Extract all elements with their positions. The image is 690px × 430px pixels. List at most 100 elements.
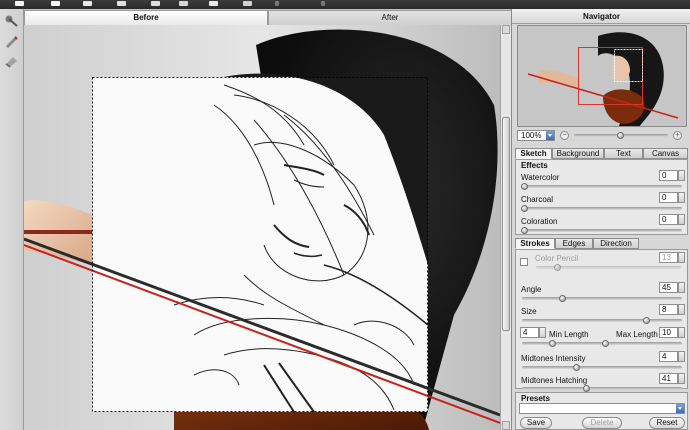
watercolor-slider[interactable]: [522, 185, 682, 188]
charcoal-slider-knob[interactable]: [521, 205, 528, 212]
view-tabs: Before After: [24, 9, 512, 25]
angle-slider-knob[interactable]: [559, 295, 566, 302]
zoom-out-button[interactable]: −: [560, 131, 569, 140]
angle-input[interactable]: 45: [659, 282, 678, 293]
open-button[interactable]: [50, 0, 61, 7]
color-pencil-slider-knob[interactable]: [554, 264, 561, 271]
forward-button[interactable]: [178, 0, 189, 7]
chevron-down-icon: [546, 131, 554, 140]
mode-tabs: Sketch Background Text Canvas: [515, 148, 688, 159]
tab-sketch[interactable]: Sketch: [515, 148, 552, 159]
navigator-preview: [518, 26, 686, 126]
coloration-input[interactable]: 0: [659, 214, 678, 225]
midtones-hatching-input[interactable]: 41: [659, 373, 678, 384]
min-length-label: Min Length: [549, 330, 589, 339]
zoom-value: 100%: [521, 131, 542, 140]
new-file-button[interactable]: [14, 0, 25, 7]
size-slider[interactable]: [522, 319, 682, 322]
color-pencil-checkbox[interactable]: [520, 258, 528, 266]
tab-canvas[interactable]: Canvas: [643, 148, 688, 159]
zoom-controls: 100% − +: [512, 130, 690, 142]
midtones-intensity-input[interactable]: 4: [659, 351, 678, 362]
midtones-hatching-spinner[interactable]: [678, 373, 685, 384]
size-spinner[interactable]: [678, 304, 685, 315]
effects-title: Effects: [521, 161, 548, 170]
max-length-knob[interactable]: [602, 340, 609, 347]
coloration-slider[interactable]: [522, 229, 682, 232]
preprocessing-tool[interactable]: [3, 13, 20, 28]
charcoal-spinner[interactable]: [678, 192, 685, 203]
midtones-hatching-knob[interactable]: [583, 385, 590, 392]
scroll-up-arrow[interactable]: [502, 25, 510, 34]
watercolor-slider-knob[interactable]: [521, 183, 528, 190]
save-button[interactable]: [82, 0, 93, 7]
zoom-slider-knob[interactable]: [617, 132, 624, 139]
delete-preset-button[interactable]: Delete: [582, 417, 622, 429]
brush-icon: [5, 15, 18, 27]
midtones-intensity-label: Midtones Intensity: [521, 354, 586, 363]
gear-icon: [209, 1, 218, 6]
min-length-input[interactable]: 4: [520, 327, 539, 338]
pencil-tool[interactable]: [3, 34, 20, 49]
max-length-spinner[interactable]: [678, 327, 685, 338]
tab-text[interactable]: Text: [604, 148, 643, 159]
printer-icon: [117, 1, 126, 6]
batch-icon: [243, 1, 252, 6]
tab-after[interactable]: After: [268, 10, 512, 25]
angle-spinner[interactable]: [678, 282, 685, 293]
tab-edges[interactable]: Edges: [555, 238, 593, 249]
print-button[interactable]: [116, 0, 127, 7]
color-pencil-input[interactable]: 13: [659, 252, 678, 263]
tool-strip: [0, 9, 24, 430]
save-preset-button[interactable]: Save: [520, 417, 552, 429]
min-length-knob[interactable]: [549, 340, 556, 347]
tab-strokes[interactable]: Strokes: [515, 238, 555, 249]
coloration-slider-knob[interactable]: [521, 227, 528, 234]
tab-direction[interactable]: Direction: [593, 238, 639, 249]
image-canvas[interactable]: [24, 25, 500, 430]
size-input[interactable]: 8: [659, 304, 678, 315]
main-toolbar: [0, 0, 690, 9]
stroke-tabs: Strokes Edges Direction: [515, 238, 688, 249]
reset-preset-button[interactable]: Reset: [649, 417, 685, 429]
navigator-title: Navigator: [512, 9, 690, 24]
max-length-input[interactable]: 10: [659, 327, 678, 338]
min-length-spinner[interactable]: [539, 327, 546, 338]
midtones-intensity-knob[interactable]: [573, 364, 580, 371]
midtones-intensity-slider[interactable]: [522, 366, 682, 369]
midtones-intensity-spinner[interactable]: [678, 351, 685, 362]
vertical-scrollbar[interactable]: [500, 25, 511, 430]
watercolor-spinner[interactable]: [678, 170, 685, 181]
navigator-thumbnail[interactable]: [517, 25, 687, 127]
export-icon: [151, 1, 160, 6]
charcoal-slider[interactable]: [522, 207, 682, 210]
max-length-label: Max Length: [616, 330, 658, 339]
arrow-right-icon: [179, 1, 188, 6]
presets-select[interactable]: [519, 403, 685, 414]
settings-button[interactable]: [274, 0, 285, 7]
scroll-down-arrow[interactable]: [502, 421, 510, 430]
color-pencil-spinner[interactable]: [678, 252, 685, 263]
dot-icon: [275, 1, 279, 6]
midtones-hatching-slider[interactable]: [522, 387, 682, 390]
midtones-hatching-label: Midtones Hatching: [521, 376, 588, 385]
scroll-thumb[interactable]: [502, 117, 510, 331]
zoom-in-button[interactable]: +: [673, 131, 682, 140]
folder-icon: [51, 1, 60, 6]
size-slider-knob[interactable]: [643, 317, 650, 324]
coloration-spinner[interactable]: [678, 214, 685, 225]
run-button[interactable]: [208, 0, 219, 7]
export-button[interactable]: [150, 0, 161, 7]
eraser-tool[interactable]: [3, 53, 20, 68]
watercolor-input[interactable]: 0: [659, 170, 678, 181]
help-button[interactable]: [320, 0, 331, 7]
zoom-select[interactable]: 100%: [517, 130, 555, 141]
presets-title: Presets: [521, 394, 550, 403]
batch-button[interactable]: [242, 0, 253, 7]
settings-panel: Navigator 100% − + Sketch Background Tex…: [511, 9, 690, 430]
angle-slider[interactable]: [522, 297, 682, 300]
tab-before[interactable]: Before: [24, 10, 268, 25]
charcoal-input[interactable]: 0: [659, 192, 678, 203]
tab-background[interactable]: Background: [552, 148, 604, 159]
arm-shadow: [24, 230, 92, 234]
